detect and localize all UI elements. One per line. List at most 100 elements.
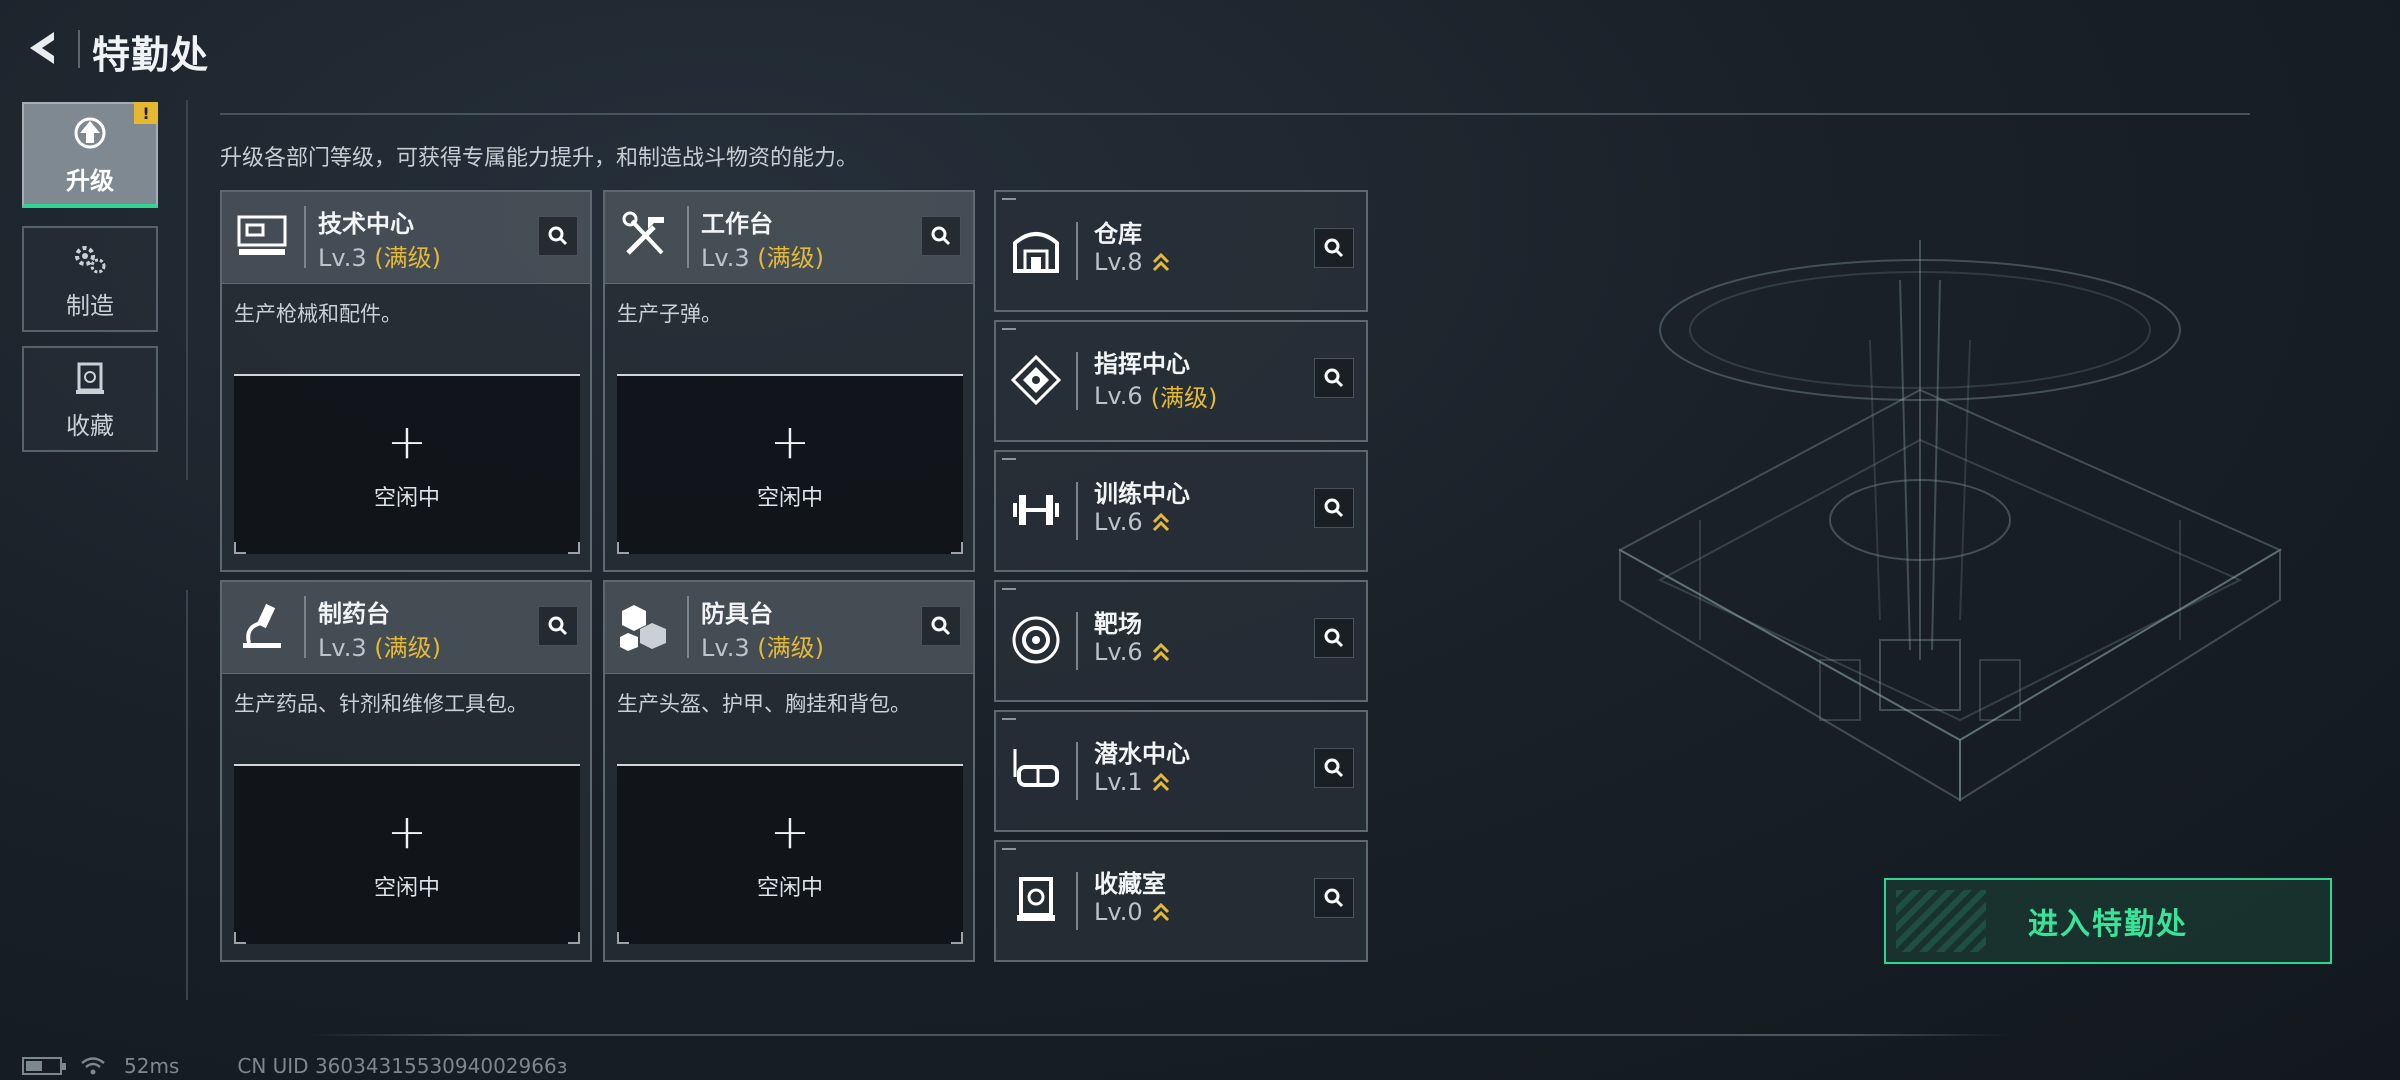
magnifier-icon (1324, 888, 1344, 908)
production-slot[interactable]: + 空闲中 (617, 764, 963, 944)
inspect-button[interactable] (538, 606, 578, 646)
back-arrow-icon (30, 32, 54, 64)
station-level: Lv.3 (满级) (701, 244, 824, 272)
inspect-button[interactable] (1314, 228, 1354, 268)
station-name: 制药台 (318, 600, 390, 628)
target-icon (1006, 610, 1066, 670)
station-header: 制药台 Lv.3 (满级) (222, 582, 590, 674)
armor-blocks-icon (615, 596, 675, 656)
status-bar: 52ms CN UID 3603431553094002966з (22, 1054, 567, 1078)
diving-mask-icon (1006, 740, 1066, 800)
station-card-workbench: 工作台 Lv.3 (满级) 生产子弹。 + 空闲中 (603, 190, 975, 572)
chip-icon (1006, 350, 1066, 410)
station-level: Lv.3 (满级) (318, 634, 441, 662)
magnifier-icon (548, 616, 568, 636)
sidebar-tab-collection[interactable]: 收藏 (22, 346, 158, 452)
enter-button-label: 进入特勤处 (2028, 907, 2188, 942)
facility-card-training-center[interactable]: 训练中心 Lv.6 (994, 450, 1368, 572)
inspect-button[interactable] (538, 216, 578, 256)
microscope-icon (232, 596, 292, 656)
add-icon: + (769, 804, 811, 860)
add-icon: + (769, 414, 811, 470)
production-slot[interactable]: + 空闲中 (234, 764, 580, 944)
station-level: Lv.3 (满级) (318, 244, 441, 272)
facility-level: Lv.1 (1094, 768, 1171, 796)
inspect-button[interactable] (1314, 748, 1354, 788)
facility-card-command-center[interactable]: 指挥中心 Lv.6 (满级) (994, 320, 1368, 442)
facility-name: 潜水中心 (1094, 740, 1190, 768)
header-separator (1076, 482, 1078, 540)
wifi-icon (81, 1057, 105, 1075)
max-level-tag: (满级) (757, 634, 824, 662)
facility-name: 收藏室 (1094, 870, 1166, 898)
upgrade-available-icon (1152, 642, 1169, 662)
facility-level: Lv.6 (1094, 638, 1171, 666)
uid-text: CN UID 3603431553094002966з (237, 1054, 568, 1078)
sidebar-rule-lower (186, 590, 188, 1000)
upgrade-available-icon (1152, 512, 1169, 532)
ping-text: 52ms (124, 1054, 180, 1078)
header-separator (1076, 612, 1078, 670)
station-card-tech-center: 技术中心 Lv.3 (满级) 生产枪械和配件。 + 空闲中 (220, 190, 592, 572)
computer-icon (232, 206, 292, 266)
tools-icon (615, 206, 675, 266)
add-icon: + (386, 414, 428, 470)
station-description: 生产子弹。 (617, 302, 722, 326)
slot-status: 空闲中 (373, 486, 440, 511)
inspect-button[interactable] (1314, 488, 1354, 528)
facility-card-shooting-range[interactable]: 靶场 Lv.6 (994, 580, 1368, 702)
sidebar-rule (186, 100, 188, 480)
slot-status: 空闲中 (756, 486, 823, 511)
sidebar-tab-label: 制造 (66, 291, 114, 320)
sidebar-tab-craft[interactable]: 制造 (22, 226, 158, 332)
production-slot[interactable]: + 空闲中 (617, 374, 963, 554)
sidebar-tab-label: 收藏 (66, 411, 114, 440)
station-description: 生产枪械和配件。 (234, 302, 402, 326)
facility-name: 仓库 (1094, 220, 1142, 248)
inspect-button[interactable] (1314, 358, 1354, 398)
page-subtitle: 升级各部门等级，可获得专属能力提升，和制造战斗物资的能力。 (220, 146, 859, 171)
facility-card-diving-center[interactable]: 潜水中心 Lv.1 (994, 710, 1368, 832)
station-card-pharmacy: 制药台 Lv.3 (满级) 生产药品、针剂和维修工具包。 + 空闲中 (220, 580, 592, 962)
inspect-button[interactable] (921, 216, 961, 256)
back-button[interactable] (22, 26, 66, 70)
inspect-button[interactable] (1314, 878, 1354, 918)
warehouse-icon (1006, 220, 1066, 280)
station-level: Lv.3 (满级) (701, 634, 824, 662)
station-name: 防具台 (701, 600, 773, 628)
header-separator (1076, 872, 1078, 930)
max-level-tag: (满级) (374, 244, 441, 272)
slot-status: 空闲中 (756, 876, 823, 901)
sidebar-tab-upgrade[interactable]: ! 升级 (22, 102, 158, 208)
upgrade-available-icon (1152, 772, 1169, 792)
header-separator (304, 206, 306, 268)
magnifier-icon (1324, 368, 1344, 388)
facility-name: 靶场 (1094, 610, 1142, 638)
magnifier-icon (1324, 498, 1344, 518)
header-separator (304, 596, 306, 658)
enter-special-ops-button[interactable]: 进入特勤处 (1884, 878, 2332, 964)
station-name: 工作台 (701, 210, 773, 238)
facility-card-warehouse[interactable]: 仓库 Lv.8 (994, 190, 1368, 312)
add-icon: + (386, 804, 428, 860)
magnifier-icon (548, 226, 568, 246)
header-separator (1076, 352, 1078, 410)
upgrade-icon (74, 117, 106, 148)
display-case-icon (1006, 870, 1066, 930)
inspect-button[interactable] (921, 606, 961, 646)
page-title: 特勤处 (92, 33, 210, 77)
facility-card-collection-room[interactable]: 收藏室 Lv.0 (994, 840, 1368, 962)
facility-name: 训练中心 (1094, 480, 1190, 508)
station-header: 防具台 Lv.3 (满级) (605, 582, 973, 674)
slot-status: 空闲中 (373, 876, 440, 901)
header-separator (687, 206, 689, 268)
magnifier-icon (1324, 628, 1344, 648)
inspect-button[interactable] (1314, 618, 1354, 658)
production-slot[interactable]: + 空闲中 (234, 374, 580, 554)
station-card-armor-bench: 防具台 Lv.3 (满级) 生产头盔、护甲、胸挂和背包。 + 空闲中 (603, 580, 975, 962)
station-description: 生产药品、针剂和维修工具包。 (234, 692, 528, 716)
facility-level: Lv.6 (1094, 508, 1171, 536)
gears-icon (75, 245, 106, 273)
battery-icon (22, 1057, 66, 1075)
magnifier-icon (1324, 238, 1344, 258)
